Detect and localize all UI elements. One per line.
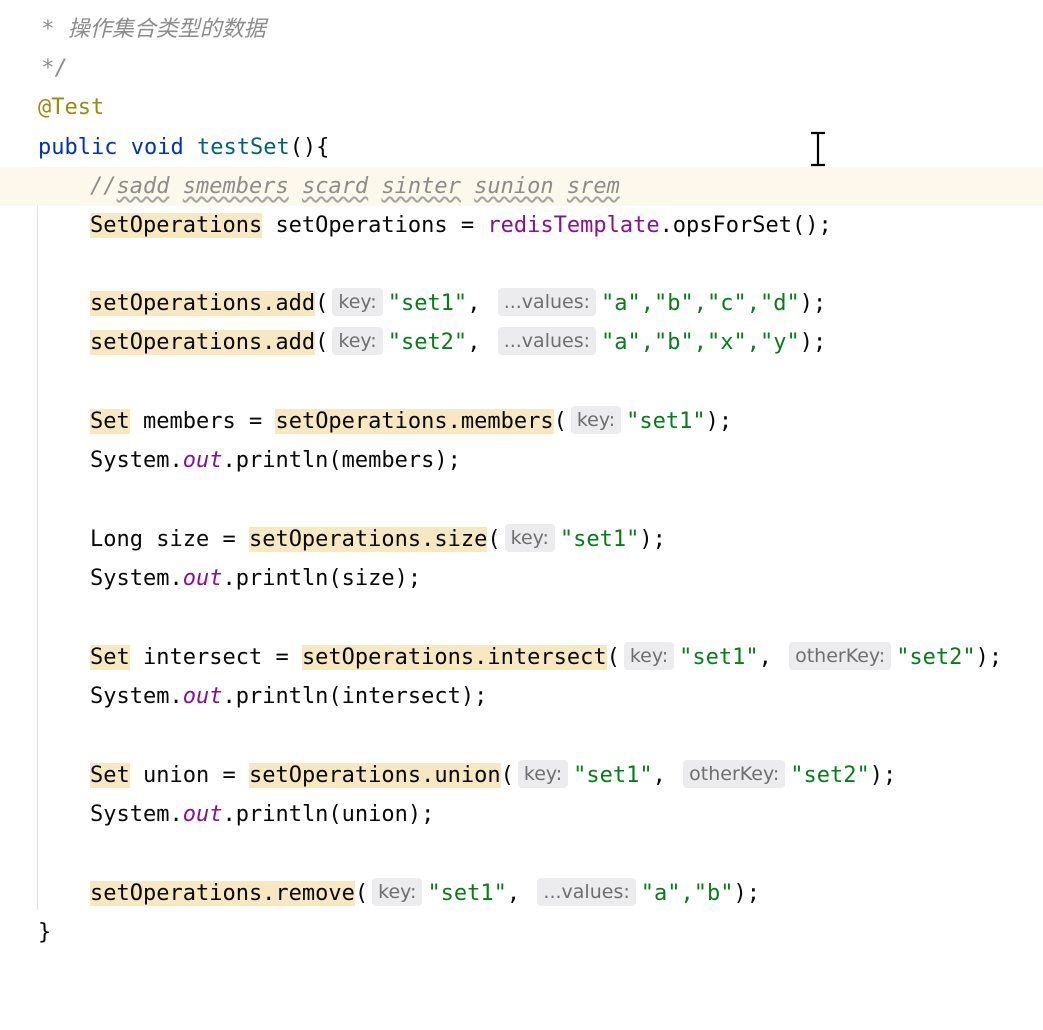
call-intersect[interactable]: setOperations.intersect — [301, 645, 607, 670]
static-field-out: out — [182, 566, 223, 591]
param-hint-otherkey: otherKey: — [789, 642, 892, 670]
code-line-print-size[interactable]: System.out.println(size); — [0, 559, 1043, 598]
method-name[interactable]: testSet — [197, 135, 290, 160]
string-literal: "set2" — [387, 330, 468, 355]
code-line-add-set2[interactable]: setOperations.add(key: "set2", ...values:… — [0, 323, 1043, 362]
string-literal: "set1" — [427, 881, 507, 906]
code-editor[interactable]: * 操作集合类型的数据 */ @Test public void testSet… — [0, 0, 1043, 979]
code-line-size[interactable]: Long size = setOperations.size(key: "set1… — [0, 520, 1043, 559]
call-opsforset: .opsForSet(); — [659, 213, 832, 238]
string-literal: "set1" — [573, 763, 653, 788]
string-literal: "set1" — [559, 527, 640, 552]
type-set[interactable]: Set — [90, 409, 130, 434]
param-hint-key: key: — [332, 288, 383, 316]
param-hint-key: key: — [332, 327, 383, 355]
code-line-print-intersect[interactable]: System.out.println(intersect); — [0, 677, 1043, 716]
param-hint-key: key: — [570, 406, 622, 434]
code-line-declaration[interactable]: SetOperations setOperations = redisTempl… — [0, 206, 1043, 245]
type-set[interactable]: Set — [90, 645, 130, 670]
call-union[interactable]: setOperations.union — [248, 763, 501, 788]
code-line-doc-2[interactable]: */ — [0, 49, 1043, 88]
code-line-signature[interactable]: public void testSet(){ — [0, 128, 1043, 167]
string-literal: "a","b","c","d" — [601, 291, 800, 316]
comment-word: smembers — [182, 174, 289, 199]
static-field-out: out — [182, 802, 223, 827]
call-size[interactable]: setOperations.size — [248, 527, 488, 552]
comment-word: scard — [301, 174, 369, 199]
type-set[interactable]: Set — [90, 763, 130, 788]
code-line-print-members[interactable]: System.out.println(members); — [0, 441, 1043, 480]
var-setoperations: setOperations — [275, 213, 448, 238]
keyword-public: public — [38, 135, 118, 160]
param-hint-key: key: — [372, 878, 423, 906]
static-field-out: out — [182, 684, 223, 709]
call-remove[interactable]: setOperations.remove — [90, 881, 355, 906]
string-literal: "a","b","x","y" — [601, 330, 800, 355]
method-close-brace: } — [38, 920, 52, 945]
code-line-close[interactable]: } — [0, 913, 1043, 952]
string-literal: "set1" — [387, 291, 468, 316]
doc-comment-text: * 操作集合类型的数据 — [28, 17, 266, 42]
string-literal: "set2" — [790, 763, 870, 788]
doc-comment-end: */ — [28, 56, 68, 81]
code-line-add-set1[interactable]: setOperations.add(key: "set1", ...values:… — [0, 284, 1043, 323]
param-hint-values: ...values: — [497, 288, 597, 316]
call-add[interactable]: setOperations.add — [90, 330, 316, 355]
field-redistemplate[interactable]: redisTemplate — [487, 213, 659, 238]
param-hint-key: key: — [517, 760, 569, 788]
param-hint-key: key: — [623, 642, 675, 670]
call-members[interactable]: setOperations.members — [275, 409, 554, 434]
type-long: Long size = — [90, 527, 249, 552]
string-literal: "set1" — [679, 645, 759, 670]
code-line-intersect[interactable]: Set intersect = setOperations.intersect(… — [0, 638, 1043, 677]
static-field-out: out — [182, 448, 223, 473]
keyword-void: void — [130, 135, 184, 160]
type-setoperations[interactable]: SetOperations — [90, 213, 263, 238]
code-line-print-union[interactable]: System.out.println(union); — [0, 795, 1043, 834]
comment-word: sadd — [116, 174, 170, 199]
comment-prefix: // — [90, 174, 117, 199]
comment-word: srem — [566, 174, 620, 199]
string-literal: "a","b" — [640, 881, 734, 906]
code-line-comment[interactable]: //sadd smembers scard sinter sunion srem — [0, 167, 1043, 206]
code-line-doc-1[interactable]: * 操作集合类型的数据 — [0, 10, 1043, 49]
param-hint-values: ...values: — [497, 327, 597, 355]
string-literal: "set2" — [896, 645, 976, 670]
code-line-remove[interactable]: setOperations.remove(key: "set1", ...valu… — [0, 874, 1043, 913]
param-hint-key: key: — [504, 524, 555, 552]
call-add[interactable]: setOperations.add — [90, 291, 316, 316]
comment-word: sunion — [474, 174, 554, 199]
code-line-union[interactable]: Set union = setOperations.union(key: "set… — [0, 756, 1043, 795]
text-cursor-icon — [811, 131, 825, 167]
method-open: (){ — [289, 135, 330, 160]
code-line-annotation[interactable]: @Test — [0, 88, 1043, 127]
comment-word: sinter — [381, 174, 461, 199]
test-annotation: @Test — [38, 95, 105, 120]
code-line-members[interactable]: Set members = setOperations.members(key:… — [0, 402, 1043, 441]
string-literal: "set1" — [626, 409, 706, 434]
param-hint-otherkey: otherKey: — [683, 760, 786, 788]
param-hint-values: ...values: — [537, 878, 636, 906]
